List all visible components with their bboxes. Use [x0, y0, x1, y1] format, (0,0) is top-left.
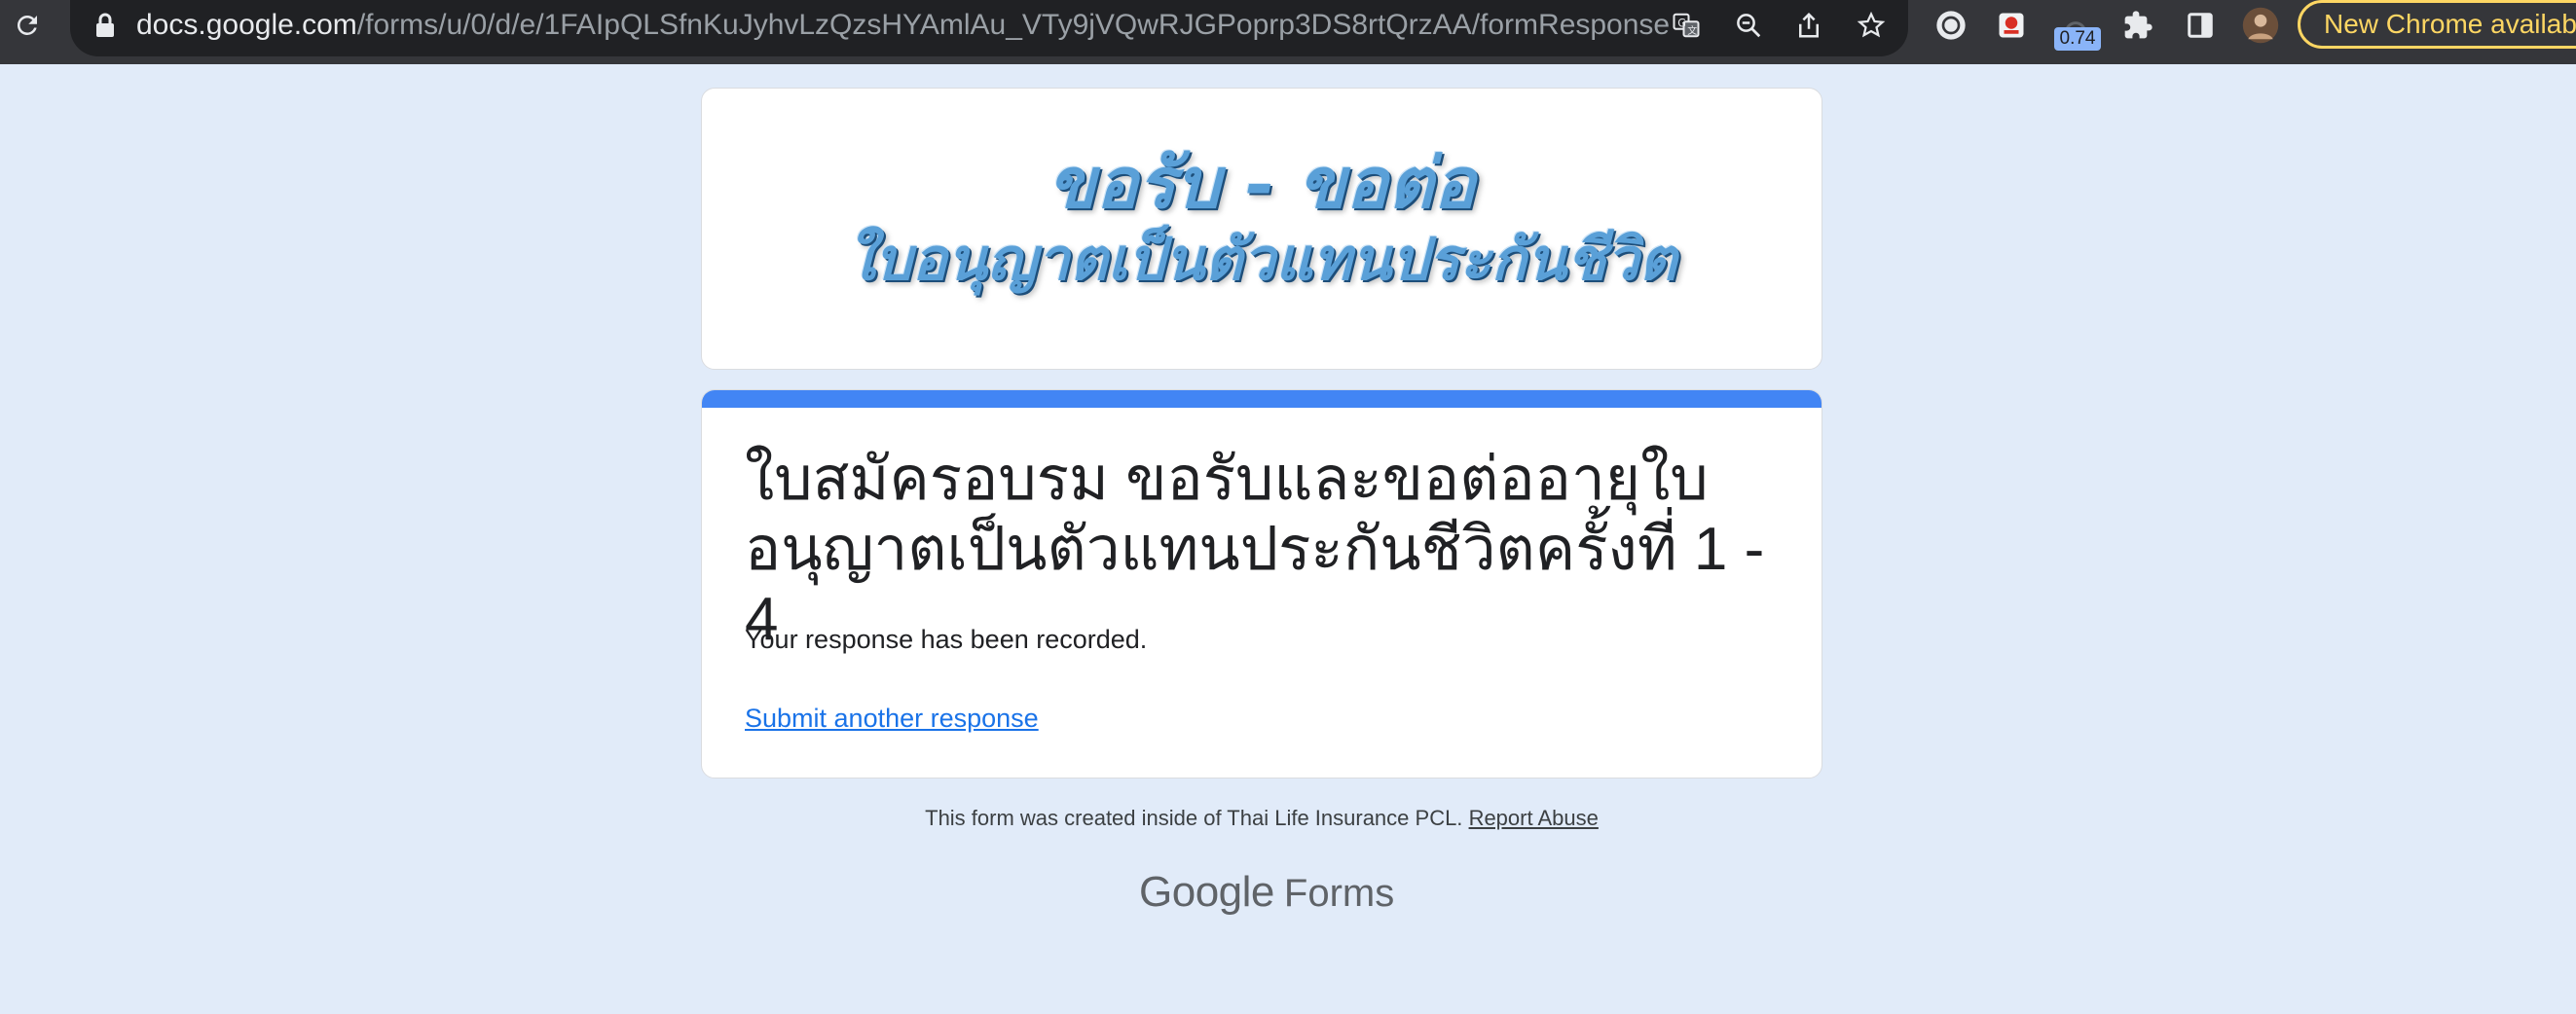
- url-host: docs.google.com: [136, 9, 357, 41]
- puzzle-icon[interactable]: [2116, 4, 2159, 47]
- extension-icon[interactable]: [1990, 4, 2033, 47]
- url-text[interactable]: docs.google.com/forms/u/0/d/e/1FAIpQLSfn…: [136, 6, 1670, 45]
- google-forms-logo[interactable]: Google Forms: [1139, 868, 1394, 917]
- bookmark-star-icon[interactable]: [1852, 6, 1891, 45]
- footer-disclaimer: This form was created inside of Thai Lif…: [701, 804, 1822, 833]
- zoom-icon[interactable]: [1729, 6, 1768, 45]
- url-path: /forms/u/0/d/e/1FAIpQLSfnKuJyhvLzQzsHYAm…: [356, 9, 1671, 41]
- form-header-image: ขอรับ - ขอต่อ ใบอนุญาตเป็นตัวแทนประกันชี…: [701, 88, 1822, 370]
- lock-icon[interactable]: [93, 12, 117, 39]
- extension-icon[interactable]: [1930, 4, 1972, 47]
- translate-icon[interactable]: G文: [1667, 6, 1706, 45]
- accent-bar: [702, 390, 1822, 408]
- logo-google-text: Google: [1139, 868, 1274, 916]
- confirmation-message: Your response has been recorded.: [745, 625, 1148, 654]
- banner-subtitle: ใบอนุญาตเป็นตัวแทนประกันชีวิต: [846, 226, 1677, 294]
- profile-avatar[interactable]: [2239, 4, 2282, 47]
- browser-toolbar: docs.google.com/forms/u/0/d/e/1FAIpQLSfn…: [0, 0, 2576, 64]
- report-abuse-link[interactable]: Report Abuse: [1469, 806, 1599, 830]
- reload-icon[interactable]: [10, 8, 45, 43]
- footer-created-text: This form was created inside of Thai Lif…: [925, 806, 1463, 830]
- submit-another-response-link[interactable]: Submit another response: [745, 701, 1039, 736]
- extension-badge: 0.74: [2054, 27, 2101, 51]
- svg-text:G: G: [1677, 17, 1686, 29]
- update-chrome-button[interactable]: New Chrome available: [2298, 0, 2576, 49]
- side-panel-icon[interactable]: [2179, 4, 2222, 47]
- response-card: ใบสมัครอบรม ขอรับและขอต่ออายุใบอนุญาตเป็…: [701, 389, 1822, 779]
- banner-title: ขอรับ - ขอต่อ: [1048, 141, 1476, 224]
- address-bar[interactable]: docs.google.com/forms/u/0/d/e/1FAIpQLSfn…: [70, 0, 1908, 56]
- share-icon[interactable]: [1789, 6, 1828, 45]
- logo-forms-text: Forms: [1283, 872, 1395, 915]
- svg-text:文: 文: [1687, 24, 1697, 37]
